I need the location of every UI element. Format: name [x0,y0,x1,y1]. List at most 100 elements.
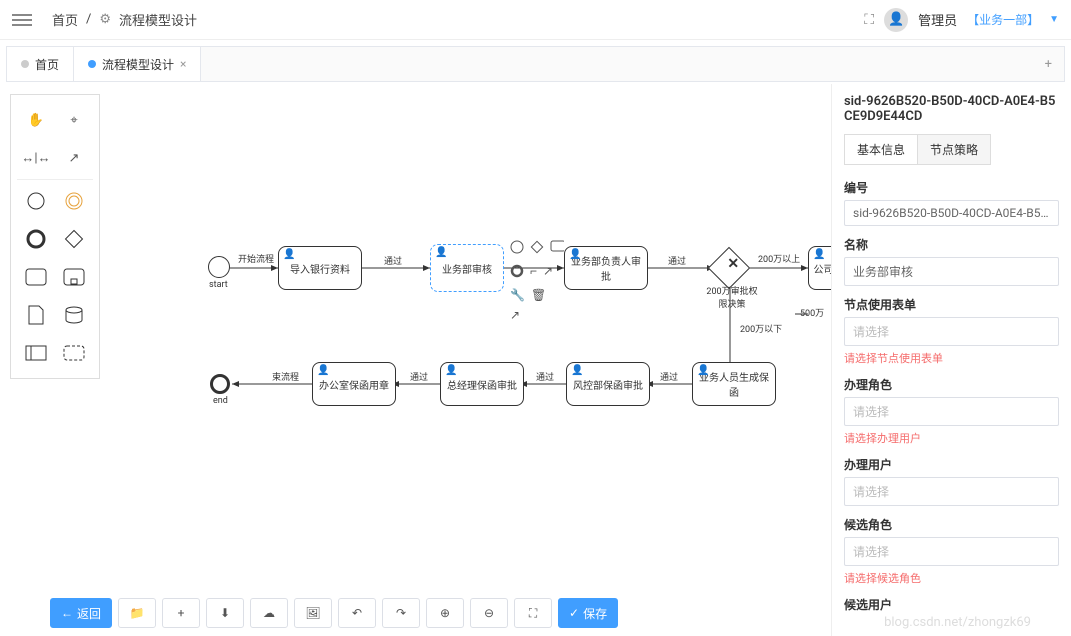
space-tool-icon[interactable]: ↔|↔ [17,139,55,177]
undo-button[interactable]: ↶ [338,598,376,628]
input-name[interactable]: 业务部审核 [844,257,1059,286]
ctx-annotation-icon[interactable]: ⌐ [530,264,537,282]
group-icon[interactable] [55,334,93,372]
connect-tool-icon[interactable]: ↗ [55,139,93,177]
user-icon: 👤 [317,365,329,376]
fit-button[interactable]: ⛶ [514,598,552,628]
tab-policy[interactable]: 节点策略 [918,135,990,164]
tab-strip: 首页 流程模型设计 × + [6,46,1065,82]
tab-basic[interactable]: 基本信息 [845,135,918,164]
ctx-gateway-icon[interactable] [530,240,544,258]
watermark: blog.csdn.net/zhongzk69 [884,615,1031,630]
ctx-wrench-icon[interactable]: 🔧 [510,288,525,302]
user-name: 管理员 [918,10,957,29]
user-icon: 👤 [435,247,447,258]
breadcrumb: 首页 / ⚙ 流程模型设计 [52,10,197,29]
label-role: 办理角色 [844,376,1059,393]
ctx-event-icon[interactable] [510,240,524,258]
task-gm[interactable]: 👤 总经理保函审批 [440,362,524,406]
task-company[interactable]: 👤 公司评 [808,246,831,290]
lasso-tool-icon[interactable]: ⌖ [55,101,93,139]
bottom-toolbar: ← 返回 📁 + ⬇ ☁ 🖼 ↶ ↷ ⊕ ⊖ ⛶ ✓ 保存 [50,598,618,628]
edge-label: 束流程 [272,370,299,383]
label-id: 编号 [844,179,1059,196]
end-label: end [213,396,228,406]
breadcrumb-home[interactable]: 首页 [52,10,78,29]
chevron-down-icon[interactable]: ▼ [1049,14,1059,25]
user-icon: 👤 [445,365,457,376]
error-form: 请选择节点使用表单 [844,350,1059,366]
open-button[interactable]: 📁 [118,598,156,628]
dot-icon [88,60,96,68]
start-label: start [209,280,228,290]
canvas[interactable]: ✋ ⌖ ↔|↔ ↗ [0,84,831,636]
edge-label: 通过 [668,254,686,267]
dot-icon [21,60,29,68]
start-event[interactable] [208,256,230,278]
input-id[interactable]: sid-9626B520-B50D-40CD-A0E4-B5CE9D9E44CD [844,200,1059,226]
task-review[interactable]: 👤 业务部审核 [430,244,504,292]
end-event[interactable] [210,374,230,394]
menu-icon[interactable] [12,11,32,29]
zoom-out-button[interactable]: ⊖ [470,598,508,628]
zoom-in-button[interactable]: ⊕ [426,598,464,628]
upload-button[interactable]: ☁ [250,598,288,628]
user-icon: 👤 [813,249,825,260]
data-store-icon[interactable] [55,296,93,334]
select-form[interactable]: 请选择 [844,317,1059,346]
ctx-task-icon[interactable] [550,240,564,258]
panel-title: sid-9626B520-B50D-40CD-A0E4-B5CE9D9E44CD [844,94,1059,124]
tab-designer[interactable]: 流程模型设计 × [74,47,201,81]
end-event-icon[interactable] [17,220,55,258]
download-button[interactable]: ⬇ [206,598,244,628]
gateway[interactable]: ✕ [708,247,750,289]
task-generate[interactable]: 👤 业务人员生成保函 [692,362,776,406]
start-event-icon[interactable] [17,182,55,220]
task-icon[interactable] [17,258,55,296]
subprocess-icon[interactable] [55,258,93,296]
fullscreen-icon[interactable]: ⛶ [864,12,874,28]
hand-tool-icon[interactable]: ✋ [17,101,55,139]
close-icon[interactable]: × [180,57,186,71]
tool-palette: ✋ ⌖ ↔|↔ ↗ [10,94,100,379]
context-pad: ⌐ ↗ 🔧 🗑 ↗ [510,240,564,322]
ctx-condition-icon[interactable]: ↗ [543,264,553,282]
select-role[interactable]: 请选择 [844,397,1059,426]
pool-icon[interactable] [17,334,55,372]
user-icon: 👤 [697,365,709,376]
gateway-icon[interactable] [55,220,93,258]
edge-label: 通过 [660,370,678,383]
edge-label: 通过 [410,370,428,383]
add-tab-icon[interactable]: + [1033,57,1064,72]
user-icon: 👤 [283,249,295,260]
ctx-delete-icon[interactable]: 🗑 [531,288,546,302]
back-button[interactable]: ← 返回 [50,598,112,628]
avatar[interactable]: 👤 [884,8,908,32]
user-icon: 👤 [571,365,583,376]
task-office[interactable]: 👤 办公室保函用章 [312,362,396,406]
task-risk[interactable]: 👤 风控部保函审批 [566,362,650,406]
label-form: 节点使用表单 [844,296,1059,313]
task-mgr-approve[interactable]: 👤 业务部负责人审批 [564,246,648,290]
select-cand-role[interactable]: 请选择 [844,537,1059,566]
intermediate-event-icon[interactable] [55,182,93,220]
edge-label: 200万以下 [740,322,782,335]
save-button[interactable]: ✓ 保存 [558,598,618,628]
label-user: 办理用户 [844,456,1059,473]
ctx-end-icon[interactable] [510,264,524,282]
task-import[interactable]: 👤 导入银行资料 [278,246,362,290]
edge-label: 通过 [536,370,554,383]
label-name: 名称 [844,236,1059,253]
user-org[interactable]: 【业务一部】 [967,11,1039,28]
edge-label: 200万以上 [758,252,800,265]
tab-home[interactable]: 首页 [7,47,74,81]
redo-button[interactable]: ↷ [382,598,420,628]
data-object-icon[interactable] [17,296,55,334]
image-button[interactable]: 🖼 [294,598,332,628]
new-button[interactable]: + [162,598,200,628]
properties-panel: sid-9626B520-B50D-40CD-A0E4-B5CE9D9E44CD… [831,84,1071,636]
select-user[interactable]: 请选择 [844,477,1059,506]
edge-label: 开始流程 [238,252,274,265]
edge-label: 通过 [384,254,402,267]
ctx-connect-icon[interactable]: ↗ [510,308,520,322]
